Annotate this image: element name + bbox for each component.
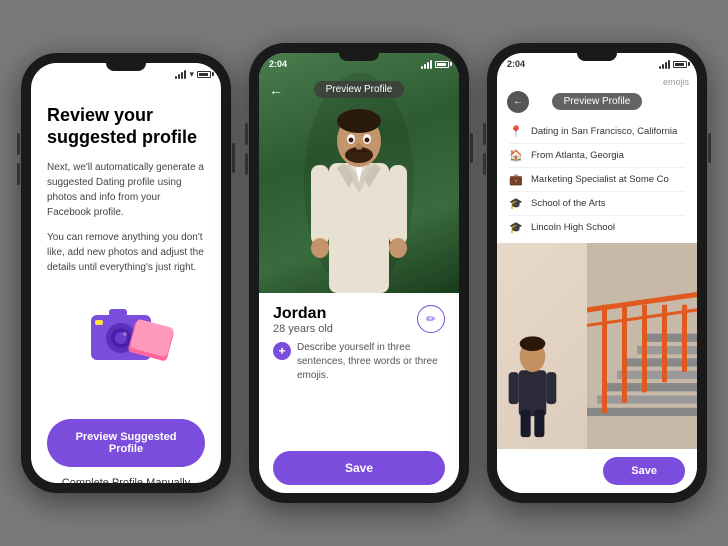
- back-button-2[interactable]: ←: [269, 82, 283, 98]
- home-icon: 🏠: [509, 149, 523, 162]
- notch: [339, 53, 379, 61]
- info-item-hometown: 🏠 From Atlanta, Georgia: [509, 144, 685, 168]
- camera-illustration: [81, 295, 171, 365]
- edit-button[interactable]: ✏: [417, 305, 445, 333]
- power-button: [708, 133, 711, 163]
- phone-1: ▾ Review your suggested profile Next, we…: [21, 53, 231, 493]
- battery-icon-2: [435, 61, 449, 68]
- profile-name: Jordan: [273, 305, 333, 323]
- profile-photo-2: [497, 243, 697, 449]
- info-item-school2: 🎓 Lincoln High School: [509, 216, 685, 239]
- signal-icon-2: [421, 60, 432, 69]
- power-button: [470, 133, 473, 163]
- screen-2: 2:04: [259, 53, 459, 493]
- bio-placeholder: Describe yourself in three sentences, th…: [297, 341, 445, 383]
- info-text-hometown: From Atlanta, Georgia: [531, 150, 624, 161]
- info-text-school2: Lincoln High School: [531, 222, 615, 233]
- volume-button-1: [17, 133, 20, 155]
- location-icon: 📍: [509, 125, 523, 138]
- info-list: 📍 Dating in San Francisco, California 🏠 …: [497, 116, 697, 243]
- info-text-location: Dating in San Francisco, California: [531, 126, 677, 137]
- info-text-work: Marketing Specialist at Some Co: [531, 174, 669, 185]
- preview-profile-button[interactable]: Preview Suggested Profile: [47, 419, 205, 467]
- screen-1: Review your suggested profile Next, we'l…: [31, 85, 221, 483]
- save-button-3[interactable]: Save: [603, 457, 685, 485]
- add-bio-button[interactable]: +: [273, 342, 291, 360]
- notch: [106, 63, 146, 71]
- info-item-school1: 🎓 School of the Arts: [509, 192, 685, 216]
- status-time: 2:04: [269, 59, 287, 69]
- back-button-3[interactable]: ←: [507, 91, 529, 113]
- app-header-3: ← Preview Profile: [497, 87, 697, 116]
- phone-2: 2:04: [249, 43, 469, 503]
- info-item-work: 💼 Marketing Specialist at Some Co: [509, 168, 685, 192]
- paragraph-1: Next, we'll automatically generate a sug…: [47, 160, 205, 220]
- profile-photo: 2:04: [259, 53, 459, 293]
- preview-profile-label: Preview Profile: [314, 81, 405, 98]
- preview-profile-label-3: Preview Profile: [552, 93, 643, 110]
- profile-name-row: Jordan 28 years old ✏: [273, 305, 445, 335]
- school-icon-2: 🎓: [509, 221, 523, 234]
- phone-3: 2:04 emojis ← Preview: [487, 43, 707, 503]
- work-icon: 💼: [509, 173, 523, 186]
- wifi-icon: ▾: [189, 69, 194, 80]
- complete-manually-button[interactable]: Complete Profile Manually: [47, 477, 205, 483]
- app-header-2: ← Preview Profile: [259, 75, 459, 104]
- battery-icon: [197, 71, 211, 78]
- signal-icon: [175, 70, 186, 79]
- page-title: Review your suggested profile: [47, 105, 205, 148]
- bio-row: + Describe yourself in three sentences, …: [273, 341, 445, 383]
- notch: [577, 53, 617, 61]
- power-button: [232, 143, 235, 173]
- battery-icon-3: [673, 61, 687, 68]
- profile-age: 28 years old: [273, 323, 333, 335]
- staircase-svg: [587, 243, 697, 449]
- school-icon-1: 🎓: [509, 197, 523, 210]
- status-time-3: 2:04: [507, 59, 525, 69]
- volume-button-2: [483, 153, 486, 175]
- volume-button-2: [245, 153, 248, 175]
- screen-3: 2:04 emojis ← Preview: [497, 53, 697, 493]
- paragraph-2: You can remove anything you don't like, …: [47, 230, 205, 275]
- volume-button-1: [245, 123, 248, 145]
- info-text-school1: School of the Arts: [531, 198, 605, 209]
- save-button-2[interactable]: Save: [273, 451, 445, 485]
- profile-info: Jordan 28 years old ✏ + Describe yoursel…: [259, 293, 459, 493]
- info-item-location: 📍 Dating in San Francisco, California: [509, 120, 685, 144]
- volume-button-1: [483, 123, 486, 145]
- person-photo: [299, 73, 419, 293]
- signal-icon-3: [659, 60, 670, 69]
- volume-button-2: [17, 163, 20, 185]
- person-2-svg: [505, 329, 560, 439]
- emojis-label: emojis: [497, 75, 697, 87]
- bottom-save-row: Save: [497, 449, 697, 493]
- camera-svg: [81, 295, 181, 375]
